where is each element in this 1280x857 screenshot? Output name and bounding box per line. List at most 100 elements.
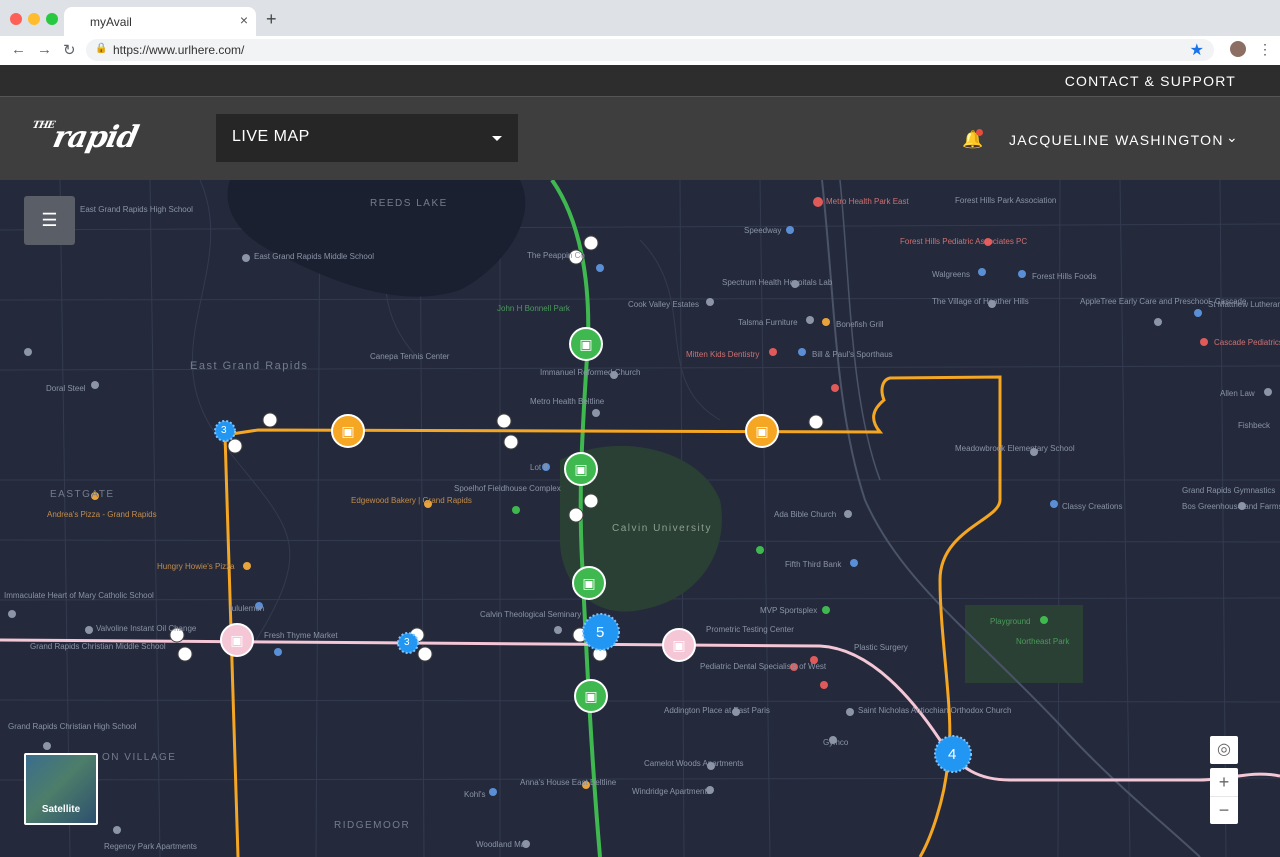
place-label: Regency Park Apartments <box>104 842 197 851</box>
stop-cluster-count[interactable]: 5 <box>596 624 604 641</box>
place-label: Hungry Howie's Pizza <box>157 562 235 571</box>
place-label: Forest Hills Pediatric Associates PC <box>900 237 1027 246</box>
place-label: Pediatric Dental Specialists of West <box>700 662 826 671</box>
minimize-window-dot[interactable] <box>28 13 40 25</box>
stop-cluster-count[interactable]: 3 <box>404 637 410 648</box>
place-label: Metro Health Beltline <box>530 397 604 406</box>
chevron-down-icon[interactable]: ⌄ <box>1226 129 1238 146</box>
place-label: Woodland Mall <box>476 840 529 849</box>
user-menu[interactable]: JACQUELINE WASHINGTON <box>1009 132 1224 148</box>
forward-arrow-icon[interactable]: → <box>37 41 52 58</box>
recenter-icon[interactable]: ◎ <box>1210 736 1238 764</box>
place-label: Prometric Testing Center <box>706 625 794 634</box>
back-arrow-icon[interactable]: ← <box>11 41 26 58</box>
close-window-dot[interactable] <box>10 13 22 25</box>
area-label: RIDGEMOOR <box>334 820 410 831</box>
stop-cluster-count[interactable]: 3 <box>221 425 227 436</box>
view-select[interactable]: LIVE MAP <box>216 114 518 162</box>
profile-avatar[interactable] <box>1230 41 1246 57</box>
place-label: Forest Hills Foods <box>1032 272 1096 281</box>
place-label: Bonefish Grill <box>836 320 884 329</box>
place-label: The Village of Heather Hills <box>932 297 1029 306</box>
place-label: Fifth Third Bank <box>785 560 841 569</box>
place-label: Speedway <box>744 226 781 235</box>
place-label: Immaculate Heart of Mary Catholic School <box>4 591 154 600</box>
caret-down-icon <box>492 136 502 141</box>
stop-cluster-count[interactable]: 4 <box>948 746 956 763</box>
lock-icon: 🔒 <box>95 43 107 54</box>
place-label: Spoelhof Fieldhouse Complex <box>454 484 561 493</box>
place-label: Grand Rapids Gymnastics <box>1182 486 1275 495</box>
place-label: Allen Law <box>1220 389 1255 398</box>
zoom-control: + − <box>1210 768 1238 824</box>
place-label: The Peappin Co <box>527 251 585 260</box>
area-label: EASTGATE <box>50 489 115 500</box>
area-label: East Grand Rapids <box>190 360 308 372</box>
place-label: Bill & Paul's Sporthaus <box>812 350 893 359</box>
place-label: Windridge Apartments <box>632 787 711 796</box>
new-tab-button[interactable]: + <box>266 9 277 30</box>
place-label: Immanuel Reformed Church <box>540 368 640 377</box>
place-label: Gymco <box>823 738 848 747</box>
place-label: Cook Valley Estates <box>628 300 699 309</box>
place-label: Addington Place at East Paris <box>664 706 770 715</box>
area-label: Calvin University <box>612 523 712 534</box>
maximize-window-dot[interactable] <box>46 13 58 25</box>
place-label: Andrea's Pizza - Grand Rapids <box>47 510 157 519</box>
place-label: East Grand Rapids High School <box>80 205 193 214</box>
map-canvas[interactable]: ▣▣ ▣▣ ▣▣ ▣▣ <box>0 180 1280 857</box>
area-label: ON VILLAGE <box>102 752 176 763</box>
place-label: Playground <box>990 617 1030 626</box>
place-label: Talsma Furniture <box>738 318 798 327</box>
url-field[interactable]: 🔒 https://www.urlhere.com/ ★ <box>86 39 1214 61</box>
place-label: Ada Bible Church <box>774 510 836 519</box>
place-label: Northeast Park <box>1016 637 1069 646</box>
place-label: Meadowbrook Elementary School <box>955 444 1075 453</box>
satellite-toggle[interactable]: Satellite <box>24 753 98 825</box>
place-label: Fishbeck <box>1238 421 1270 430</box>
svg-text:▣: ▣ <box>672 638 685 654</box>
place-label: Cascade Pediatrics <box>1214 338 1280 347</box>
place-label: Calvin Theological Seminary <box>480 610 581 619</box>
live-map[interactable]: ▣▣ ▣▣ ▣▣ ▣▣ 3 3 5 4 REEDS LAKE East Gran… <box>0 180 1280 857</box>
place-label: Fresh Thyme Market <box>264 631 338 640</box>
place-label: St Matthew Lutheran Church <box>1208 300 1280 309</box>
bookmark-star-icon[interactable]: ★ <box>1190 40 1204 60</box>
place-label: Classy Creations <box>1062 502 1122 511</box>
contact-support-link[interactable]: CONTACT & SUPPORT <box>1065 73 1236 89</box>
zoom-out-button[interactable]: − <box>1210 796 1238 825</box>
zoom-in-button[interactable]: + <box>1210 768 1238 796</box>
place-label: Bos Greenhouse and Farms <box>1182 502 1280 511</box>
place-label: MVP Sportsplex <box>760 606 817 615</box>
logo-prefix: THE <box>31 120 55 131</box>
app-header: CONTACT & SUPPORT THErapid LIVE MAP 🔔 JA… <box>0 65 1280 180</box>
place-label: John H Bonnell Park <box>497 304 570 313</box>
svg-text:▣: ▣ <box>582 576 595 592</box>
svg-text:▣: ▣ <box>584 689 597 705</box>
browser-menu-icon[interactable]: ⋮ <box>1258 41 1272 58</box>
svg-text:▣: ▣ <box>755 424 768 440</box>
svg-text:▣: ▣ <box>574 462 587 478</box>
utility-bar: CONTACT & SUPPORT <box>0 65 1280 97</box>
place-label: Doral Steel <box>46 384 86 393</box>
browser-tab[interactable]: myAvail × <box>64 7 256 36</box>
place-label: Valvoline Instant Oil Change <box>96 624 196 633</box>
the-rapid-logo[interactable]: THErapid <box>26 120 141 155</box>
place-label: Plastic Surgery <box>854 643 908 652</box>
place-label: lululemon <box>230 604 264 613</box>
place-label: Walgreens <box>932 270 970 279</box>
reload-icon[interactable]: ↻ <box>63 41 76 59</box>
place-label: Canepa Tennis Center <box>370 352 449 361</box>
notification-badge <box>976 129 983 136</box>
list-search-icon[interactable]: ☰ <box>24 196 75 245</box>
tab-title: myAvail <box>90 15 132 29</box>
svg-text:▣: ▣ <box>341 424 354 440</box>
tab-close-icon[interactable]: × <box>240 12 248 28</box>
place-label: Metro Health Park East <box>826 197 909 206</box>
address-bar: ← → ↻ 🔒 https://www.urlhere.com/ ★ ⋮ <box>0 36 1280 66</box>
place-label: Lot 8 <box>530 463 548 472</box>
place-label: Saint Nicholas Antiochian Orthodox Churc… <box>858 706 1011 715</box>
place-label: Grand Rapids Christian High School <box>8 722 137 731</box>
place-label: Mitten Kids Dentistry <box>686 350 759 359</box>
area-label: REEDS LAKE <box>370 198 448 209</box>
